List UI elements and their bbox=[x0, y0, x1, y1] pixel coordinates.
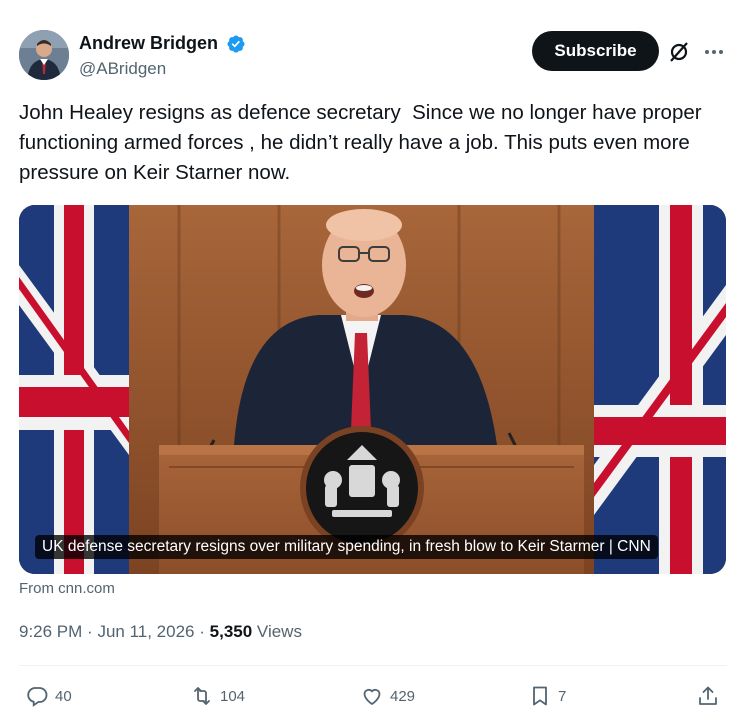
share-icon bbox=[699, 686, 717, 705]
author-names: Andrew Bridgen @ABridgen bbox=[79, 33, 246, 79]
meta-separator: · bbox=[199, 622, 205, 641]
bookmark-count: 7 bbox=[558, 687, 567, 705]
link-card-caption: UK defense secretary resigns over milita… bbox=[35, 535, 658, 559]
reply-button[interactable]: 40 bbox=[25, 680, 72, 712]
subscribe-button[interactable]: Subscribe bbox=[532, 31, 659, 71]
author-handle[interactable]: @ABridgen bbox=[79, 59, 246, 79]
more-icon[interactable] bbox=[702, 40, 726, 64]
tweet-header: Andrew Bridgen @ABridgen Subscribe bbox=[19, 30, 727, 82]
article-photo bbox=[19, 205, 726, 574]
avatar-image bbox=[19, 30, 69, 80]
repost-icon bbox=[194, 687, 210, 705]
meta-separator: · bbox=[87, 622, 93, 641]
tweet-text: John Healey resigns as defence secretary… bbox=[19, 101, 708, 184]
link-source[interactable]: From cnn.com bbox=[19, 580, 115, 597]
bookmark-button[interactable]: 7 bbox=[528, 680, 566, 712]
like-button[interactable]: 429 bbox=[360, 680, 415, 712]
repost-count: 104 bbox=[220, 687, 246, 705]
share-button[interactable] bbox=[696, 680, 726, 712]
reply-icon bbox=[27, 687, 48, 707]
bookmark-icon bbox=[533, 686, 547, 706]
divider bbox=[19, 665, 727, 666]
link-card[interactable]: UK defense secretary resigns over milita… bbox=[19, 205, 726, 574]
views-count: 5,350 bbox=[209, 622, 253, 641]
tweet-date[interactable]: Jun 11, 2026 bbox=[97, 622, 194, 641]
views-label: Views bbox=[256, 622, 302, 641]
grok-icon[interactable] bbox=[667, 40, 691, 64]
author-display-name[interactable]: Andrew Bridgen bbox=[79, 33, 218, 54]
action-bar: 40 104 429 7 bbox=[0, 680, 746, 712]
like-count: 429 bbox=[390, 687, 416, 705]
like-icon bbox=[363, 688, 381, 706]
verified-badge-icon[interactable] bbox=[226, 34, 246, 54]
tweet-time[interactable]: 9:26 PM bbox=[19, 622, 82, 641]
repost-button[interactable]: 104 bbox=[190, 680, 245, 712]
reply-count: 40 bbox=[55, 687, 72, 705]
avatar[interactable] bbox=[19, 30, 69, 80]
tweet-meta: 9:26 PM · Jun 11, 2026 · 5,350 Views bbox=[19, 622, 302, 642]
